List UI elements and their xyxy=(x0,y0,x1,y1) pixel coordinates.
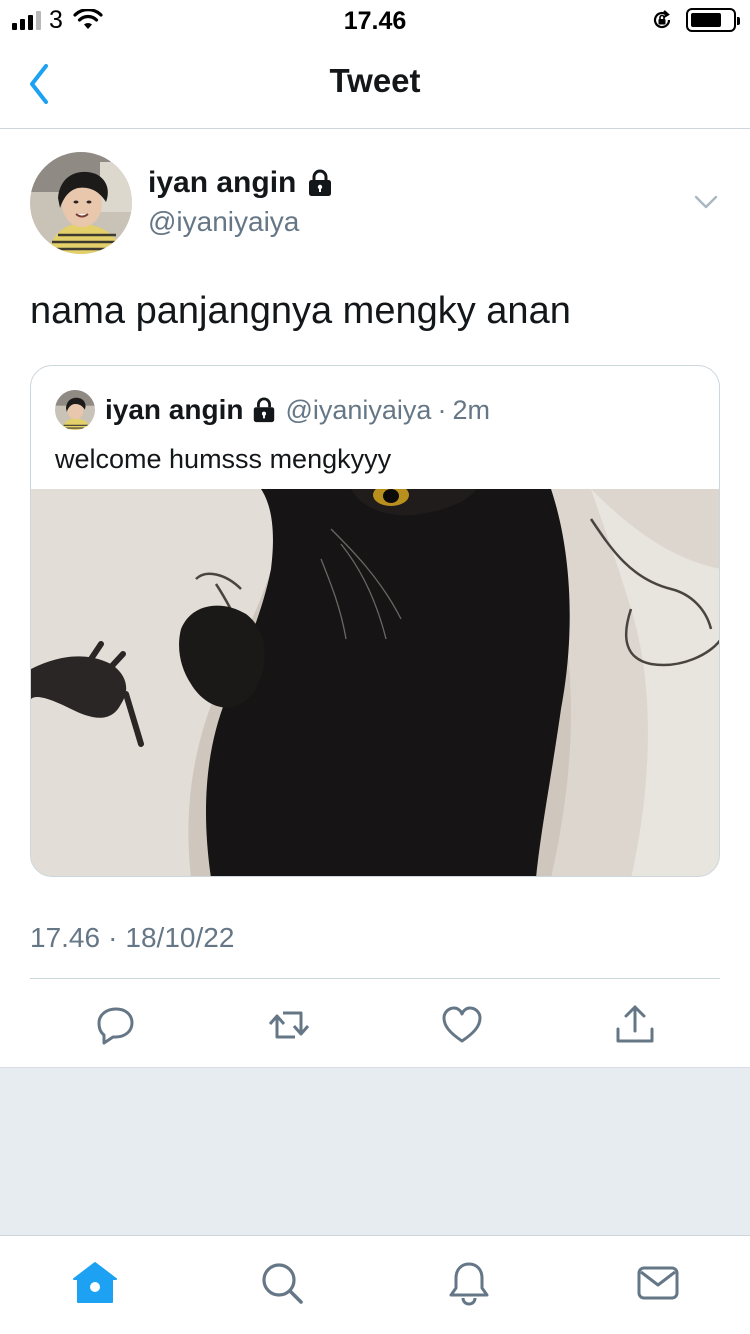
tab-bar xyxy=(0,1235,750,1334)
tweet-author: iyan angin @iyaniyaiya xyxy=(30,152,720,256)
share-button[interactable] xyxy=(613,1003,657,1047)
tab-notifications[interactable] xyxy=(446,1260,492,1306)
reply-icon xyxy=(97,1007,134,1045)
quoted-display-name: iyan angin xyxy=(105,394,244,425)
tweet-time: 17.46 xyxy=(30,922,101,953)
avatar[interactable] xyxy=(30,152,132,254)
notifications-icon xyxy=(449,1262,489,1306)
status-time: 17.46 xyxy=(343,7,407,35)
quoted-tweet-photo[interactable] xyxy=(31,484,719,876)
quoted-separator: · xyxy=(437,394,447,425)
tab-messages[interactable] xyxy=(635,1260,681,1306)
retweet-button[interactable] xyxy=(267,1003,311,1047)
tweet-timestamp: 17.46 · 18/10/22 xyxy=(30,922,234,954)
orientation-lock-icon xyxy=(653,10,671,29)
status-bar: 3 17.46 xyxy=(0,0,750,40)
tweet-date: 18/10/22 xyxy=(125,922,235,953)
like-icon xyxy=(442,1006,482,1043)
search-icon xyxy=(262,1263,303,1304)
quoted-time: 2m xyxy=(452,394,490,425)
status-right xyxy=(650,8,740,32)
tab-home[interactable] xyxy=(72,1260,118,1306)
quoted-avatar xyxy=(55,390,95,430)
retweet-icon xyxy=(268,1011,310,1039)
messages-icon xyxy=(637,1266,679,1300)
tweet-actions xyxy=(30,978,720,1068)
share-icon xyxy=(616,1005,654,1043)
quoted-tweet-text: welcome humsss mengkyyy xyxy=(55,444,392,474)
quoted-handle: @iyaniyaiya xyxy=(285,394,432,425)
quoted-tweet-header: iyan angin @iyaniyaiya · 2m xyxy=(55,390,490,430)
home-icon xyxy=(73,1262,117,1303)
quoted-tweet[interactable]: iyan angin @iyaniyaiya · 2m welcome hums… xyxy=(30,365,720,877)
chevron-down-icon xyxy=(694,195,718,209)
page-title: Tweet xyxy=(329,62,421,99)
like-button[interactable] xyxy=(440,1003,484,1047)
empty-replies-area xyxy=(0,1067,750,1235)
lock-icon xyxy=(254,397,275,423)
name-row: iyan angin xyxy=(148,166,334,200)
user-handle[interactable]: @iyaniyaiya xyxy=(148,206,299,238)
reply-button[interactable] xyxy=(94,1003,138,1047)
lock-icon xyxy=(309,169,332,196)
timestamp-separator: · xyxy=(108,922,118,953)
tweet-text: nama panjangnya mengky anan xyxy=(30,290,571,332)
display-name[interactable]: iyan angin xyxy=(148,166,296,200)
battery-icon xyxy=(686,8,740,32)
tab-search[interactable] xyxy=(259,1260,305,1306)
tweet-options-button[interactable] xyxy=(692,188,720,216)
nav-bar: Tweet xyxy=(0,40,750,129)
